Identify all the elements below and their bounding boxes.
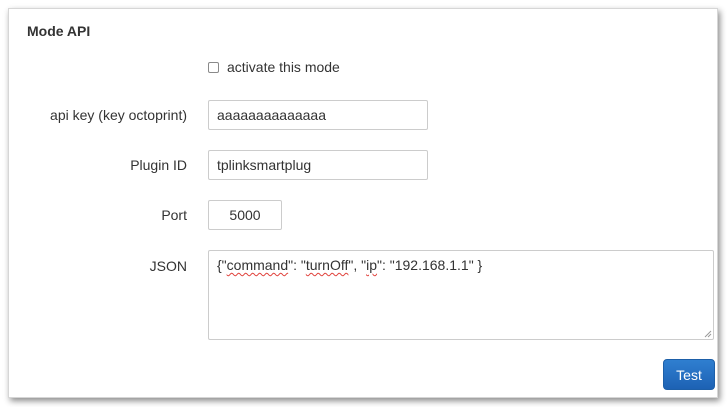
api-key-label: api key (key octoprint) — [50, 107, 187, 123]
mode-api-panel: Mode API activate this mode api key (key… — [8, 8, 718, 398]
json-label: JSON — [149, 258, 187, 274]
activate-mode-checkbox[interactable] — [208, 61, 219, 73]
test-button[interactable]: Test — [663, 359, 715, 390]
plugin-id-input[interactable]: tplinksmartplug — [208, 150, 428, 180]
api-key-input[interactable]: aaaaaaaaaaaaaa — [208, 100, 428, 130]
resize-grip-icon[interactable] — [704, 330, 712, 338]
json-textarea[interactable]: {"command": "turnOff", "ip": "192.168.1.… — [208, 250, 714, 340]
activate-mode-row[interactable]: activate this mode — [208, 59, 340, 75]
json-text: {"command": "turnOff", "ip": "192.168.1.… — [217, 257, 483, 273]
activate-mode-label[interactable]: activate this mode — [227, 59, 340, 75]
plugin-id-label: Plugin ID — [130, 157, 187, 173]
port-label: Port — [161, 207, 187, 223]
port-input[interactable]: 5000 — [208, 200, 282, 230]
panel-title: Mode API — [27, 23, 91, 39]
